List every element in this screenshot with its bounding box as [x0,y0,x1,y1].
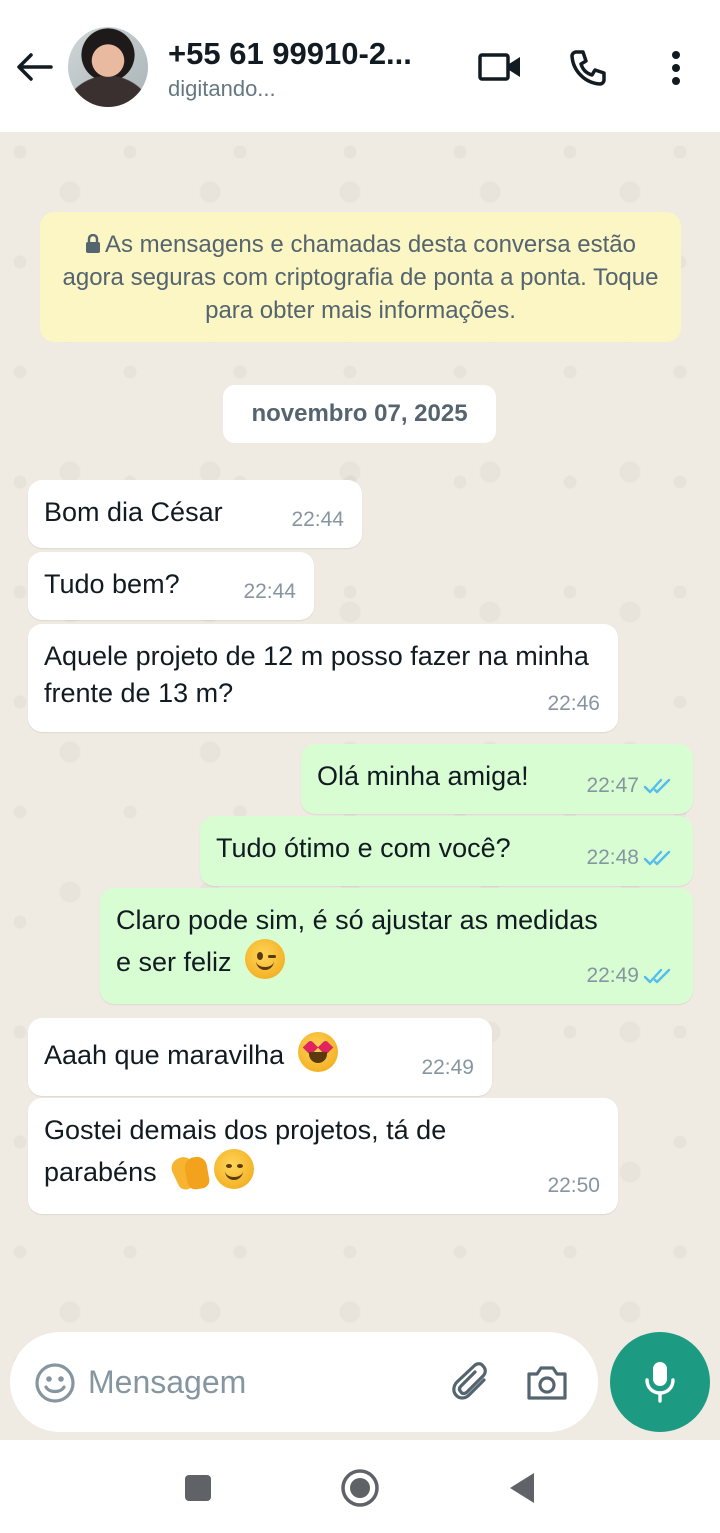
message-time: 22:44 [243,580,296,603]
chat-area[interactable]: As mensagens e chamadas desta conversa e… [0,132,720,1440]
back-arrow-icon [17,53,53,81]
message-text: Aaah que maravilha [44,1040,285,1070]
encryption-notice[interactable]: As mensagens e chamadas desta conversa e… [40,212,681,342]
emoji-icon [35,1363,75,1403]
winking-face-icon [245,939,286,979]
message-time: 22:50 [547,1174,600,1197]
typing-status: digitando... [168,76,276,101]
message-meta: 22:49 [586,957,675,994]
encryption-text: As mensagens e chamadas desta conversa e… [62,231,659,324]
message-text: Bom dia César [44,497,223,527]
contact-avatar[interactable] [68,27,148,107]
camera-button[interactable] [524,1360,570,1406]
double-check-icon [643,850,671,865]
smiling-face-icon [214,1149,255,1189]
emoji-button[interactable] [34,1362,76,1404]
mic-icon [645,1362,675,1403]
voice-message-button[interactable] [610,1332,710,1432]
message-time: 22:48 [586,846,639,869]
message-composer [10,1332,598,1432]
paperclip-icon [452,1362,487,1400]
message-time: 22:49 [586,964,639,987]
contact-name[interactable]: +55 61 99910-2... [168,36,448,72]
message-text: Olá minha amiga! [317,761,529,791]
message-input[interactable] [88,1358,428,1406]
back-icon [510,1473,534,1503]
home-icon [341,1469,379,1507]
message-meta: 22:47 [586,767,675,804]
attach-button[interactable] [450,1360,496,1406]
message-text: Tudo bem? [44,569,180,599]
message-text: Tudo ótimo e com você? [216,833,511,863]
message-bubble[interactable]: Gostei demais dos projetos, tá de parabé… [28,1098,618,1214]
system-nav-bar [0,1440,720,1533]
recents-icon [185,1475,211,1501]
message-text: Claro pode sim, é só ajustar as medidas … [116,905,598,977]
message-time: 22:47 [586,774,639,797]
lock-icon [86,234,100,253]
voice-call-button[interactable] [564,44,612,92]
message-bubble[interactable]: Tudo ótimo e com você? 22:48 [200,816,693,886]
message-time: 22:49 [421,1056,474,1079]
double-check-icon [643,968,671,983]
camera-icon [527,1366,567,1400]
back-button[interactable] [14,44,54,90]
heart-eyes-face-icon [297,1032,338,1072]
system-back-button[interactable] [500,1466,544,1510]
more-vert-icon [672,51,680,85]
chat-header: +55 61 99910-2... digitando... [0,0,720,132]
more-options-button[interactable] [652,44,700,92]
message-bubble[interactable]: Bom dia César 22:44 [28,480,362,548]
message-bubble[interactable]: Olá minha amiga! 22:47 [301,744,693,814]
message-meta: 22:48 [586,839,675,876]
message-bubble[interactable]: Claro pode sim, é só ajustar as medidas … [100,888,693,1004]
video-call-icon [478,53,520,81]
message-bubble[interactable]: Aaah que maravilha 22:49 [28,1018,492,1096]
date-chip: novembro 07, 2025 [223,385,496,443]
recents-button[interactable] [176,1466,220,1510]
video-call-button[interactable] [476,44,524,92]
message-bubble[interactable]: Aquele projeto de 12 m posso fazer na mi… [28,624,618,732]
phone-icon [570,50,606,86]
clapping-hands-icon [168,1149,214,1193]
message-time: 22:44 [291,508,344,531]
home-button[interactable] [338,1466,382,1510]
message-bubble[interactable]: Tudo bem? 22:44 [28,552,314,620]
message-time: 22:46 [547,692,600,715]
double-check-icon [643,778,671,793]
message-text: Aquele projeto de 12 m posso fazer na mi… [44,641,589,708]
